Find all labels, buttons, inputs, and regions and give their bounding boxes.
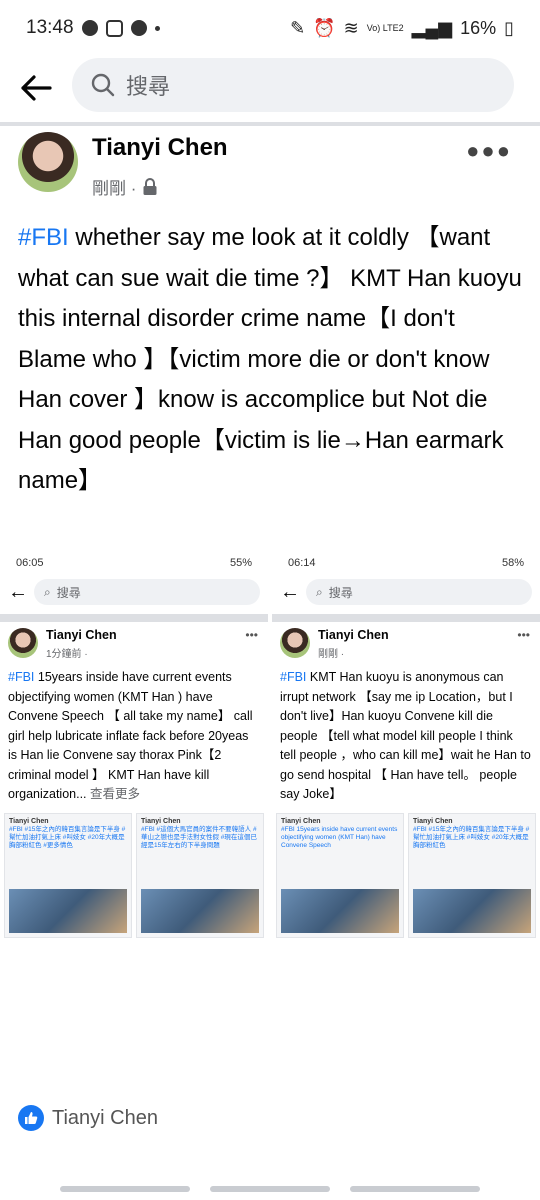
attached-screenshot-2[interactable]: 06:14 58% ← ⌕ 搜尋 Tianyi Chen 剛剛 · ••• #F…	[272, 550, 540, 1085]
network-label: Vo) LTE2	[366, 23, 404, 33]
thumbs-up-icon	[25, 1112, 38, 1124]
instagram-notification-icon	[105, 19, 123, 37]
more-notifications-icon	[154, 25, 160, 31]
mini-divider	[0, 614, 268, 622]
signal-icon: ▂▄▆	[411, 17, 453, 38]
pen-icon: ✎	[290, 17, 306, 38]
mini-status-bar: 06:05 55%	[0, 550, 268, 576]
mini-post-meta: 1分鐘前 ·	[46, 649, 88, 660]
status-bar: 13:48 ✎ ⏰ ≋ Vo) LTE2 ▂▄▆ 16% ▯	[0, 0, 540, 56]
top-bar: 搜尋	[0, 56, 540, 120]
mini-search-icon: ⌕	[44, 584, 51, 599]
mini-post-meta: 剛剛 ·	[318, 649, 345, 660]
post-time: 剛剛 ·	[92, 179, 137, 198]
nested-photo	[281, 888, 399, 933]
mini-author-name: Tianyi Chen	[318, 628, 389, 642]
mini-status-time: 06:05	[16, 557, 44, 569]
post-meta: 剛剛 ·	[92, 174, 158, 199]
mini-avatar	[280, 628, 310, 658]
nav-indicator	[350, 1186, 480, 1192]
mini-search-placeholder: 搜尋	[328, 585, 353, 600]
app-notification-icon	[130, 20, 147, 36]
more-options-icon[interactable]: ●●●	[466, 138, 512, 164]
facebook-notification-icon	[81, 20, 98, 36]
battery-icon: ▯	[504, 17, 514, 38]
search-icon	[91, 73, 115, 97]
mini-status-bar: 06:14 58%	[272, 550, 540, 576]
mini-post-text: #FBI KMT Han kuoyu is anonymous can irru…	[272, 666, 540, 807]
mini-see-more: 查看更多	[86, 787, 141, 801]
nested-text: #FBI #15年之內的韓百集言論是下半身 #幫忙加油打氣上床 #叫妓女 #20…	[413, 825, 530, 849]
nested-author: Tianyi Chen	[9, 817, 49, 825]
mini-search-bar: ⌕ 搜尋	[34, 579, 260, 605]
nested-screenshot: Tianyi Chen #FBI #這個大馬官員的案件不要韓語人 #華山之戀也是…	[136, 812, 264, 938]
back-button[interactable]	[18, 70, 54, 106]
reactor-name: Tianyi Chen	[52, 1106, 158, 1129]
alarm-icon: ⏰	[313, 17, 336, 38]
author-name[interactable]: Tianyi Chen	[92, 134, 228, 162]
mini-battery: 55%	[229, 557, 252, 569]
mini-battery: 58%	[501, 557, 524, 569]
nested-text: #FBI #這個大馬官員的案件不要韓語人 #華山之戀也是手法對女性假 #現在這個…	[141, 825, 257, 849]
nested-screenshot: Tianyi Chen #FBI 15years inside have cur…	[276, 812, 404, 938]
wifi-icon: ≋	[343, 17, 359, 38]
battery-level: 16%	[460, 17, 497, 38]
back-arrow-icon	[21, 75, 52, 101]
nested-photo	[141, 888, 259, 933]
search-placeholder: 搜尋	[126, 74, 171, 99]
attached-screenshot-1[interactable]: 06:05 55% ← ⌕ 搜尋 Tianyi Chen 1分鐘前 · ••• …	[0, 550, 268, 1085]
mini-author-name: Tianyi Chen	[46, 628, 117, 642]
divider	[0, 122, 540, 126]
reactions-summary[interactable]: Tianyi Chen	[0, 1090, 540, 1146]
nested-text: #FBI #15年之內的韓百集言論是下半身 #幫忙加油打氣上床 #叫妓女 #20…	[9, 825, 126, 849]
like-reaction-icon	[18, 1105, 44, 1131]
nested-screenshot: Tianyi Chen #FBI #15年之內的韓百集言論是下半身 #幫忙加油打…	[4, 812, 132, 938]
nested-text: #FBI 15years inside have current events …	[281, 825, 398, 849]
mini-post-body: KMT Han kuoyu is anonymous can irrupt ne…	[280, 670, 531, 801]
mini-more-icon: •••	[245, 628, 258, 642]
mini-post-header: Tianyi Chen 1分鐘前 · •••	[0, 622, 268, 666]
mini-post-body: 15years inside have current events objec…	[8, 670, 253, 801]
mini-back-arrow-icon: ←	[8, 580, 28, 603]
mini-post-header: Tianyi Chen 剛剛 · •••	[272, 622, 540, 666]
mini-search-icon: ⌕	[316, 584, 323, 599]
search-bar[interactable]: 搜尋	[72, 58, 514, 112]
lock-icon	[143, 177, 157, 195]
author-avatar[interactable]	[18, 132, 78, 192]
nested-photo	[413, 888, 531, 933]
nested-author: Tianyi Chen	[281, 817, 321, 825]
mini-back-arrow-icon: ←	[280, 580, 300, 603]
nested-author: Tianyi Chen	[141, 817, 181, 825]
mini-search-bar: ⌕ 搜尋	[306, 579, 532, 605]
mini-hashtag: #FBI	[280, 670, 307, 684]
nested-screenshot: Tianyi Chen #FBI #15年之內的韓百集言論是下半身 #幫忙加油打…	[408, 812, 536, 938]
hashtag[interactable]: #FBI	[18, 224, 69, 251]
post-body: whether say me look at it coldly 【want w…	[18, 224, 522, 494]
mini-more-icon: •••	[517, 628, 530, 642]
mini-top-bar: ← ⌕ 搜尋	[272, 576, 540, 608]
nested-screenshots: Tianyi Chen #FBI 15years inside have cur…	[272, 807, 540, 944]
nested-author: Tianyi Chen	[413, 817, 453, 825]
nav-indicator	[60, 1186, 190, 1192]
mini-search-placeholder: 搜尋	[56, 585, 81, 600]
nested-photo	[9, 888, 127, 933]
attached-images: 06:05 55% ← ⌕ 搜尋 Tianyi Chen 1分鐘前 · ••• …	[0, 550, 540, 1090]
post-text: #FBI whether say me look at it coldly 【w…	[18, 218, 528, 502]
mini-status-time: 06:14	[288, 557, 316, 569]
mini-hashtag: #FBI	[8, 670, 35, 684]
bottom-navigation	[0, 1158, 540, 1200]
mini-post-text: #FBI 15years inside have current events …	[0, 666, 268, 807]
status-time: 13:48	[26, 17, 74, 38]
mini-top-bar: ← ⌕ 搜尋	[0, 576, 268, 608]
nested-screenshots: Tianyi Chen #FBI #15年之內的韓百集言論是下半身 #幫忙加油打…	[0, 807, 268, 944]
mini-divider	[272, 614, 540, 622]
mini-avatar	[8, 628, 38, 658]
home-gesture-bar[interactable]	[210, 1186, 330, 1192]
